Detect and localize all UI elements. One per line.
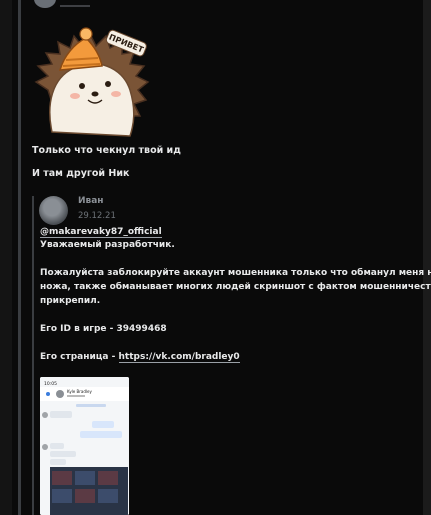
page-text: Его страница - https://vk.com/bradley0 <box>40 352 240 363</box>
scroll-edge <box>423 0 431 515</box>
svg-text:Kyle Bradley: Kyle Bradley <box>67 389 92 394</box>
divider <box>60 5 90 7</box>
id-text: Его ID в игре - 39499468 <box>40 324 167 334</box>
screenshot-content: 10:05 Kyle Bradley <box>40 377 129 515</box>
message-text: И там другой Ник <box>32 168 130 179</box>
body-text: Пожалуйста заблокируйте аккаунт мошенник… <box>40 268 431 278</box>
page-link[interactable]: https://vk.com/bradley0 <box>118 352 240 363</box>
mention-link[interactable]: @makarevaky87_official <box>40 227 162 238</box>
thread-line <box>18 0 21 515</box>
svg-text:10:05: 10:05 <box>44 381 57 387</box>
attached-screenshot[interactable]: 10:05 Kyle Bradley <box>40 377 129 515</box>
message-text: Только что чекнул твой ид <box>32 145 181 156</box>
forward-date[interactable]: 29.12.21 <box>78 211 116 221</box>
forward-author[interactable]: Иван <box>78 196 104 206</box>
greeting-text: Уважаемый разработчик. <box>40 240 175 250</box>
body-text: прикрепил. <box>40 296 101 306</box>
body-text: ножа, также обманывает многих людей скри… <box>40 282 431 292</box>
avatar[interactable] <box>39 196 68 225</box>
hat-pompom <box>79 27 93 41</box>
hedgehog-sticker[interactable]: ПРИВЕТ <box>30 20 155 142</box>
forward-line <box>32 196 34 515</box>
